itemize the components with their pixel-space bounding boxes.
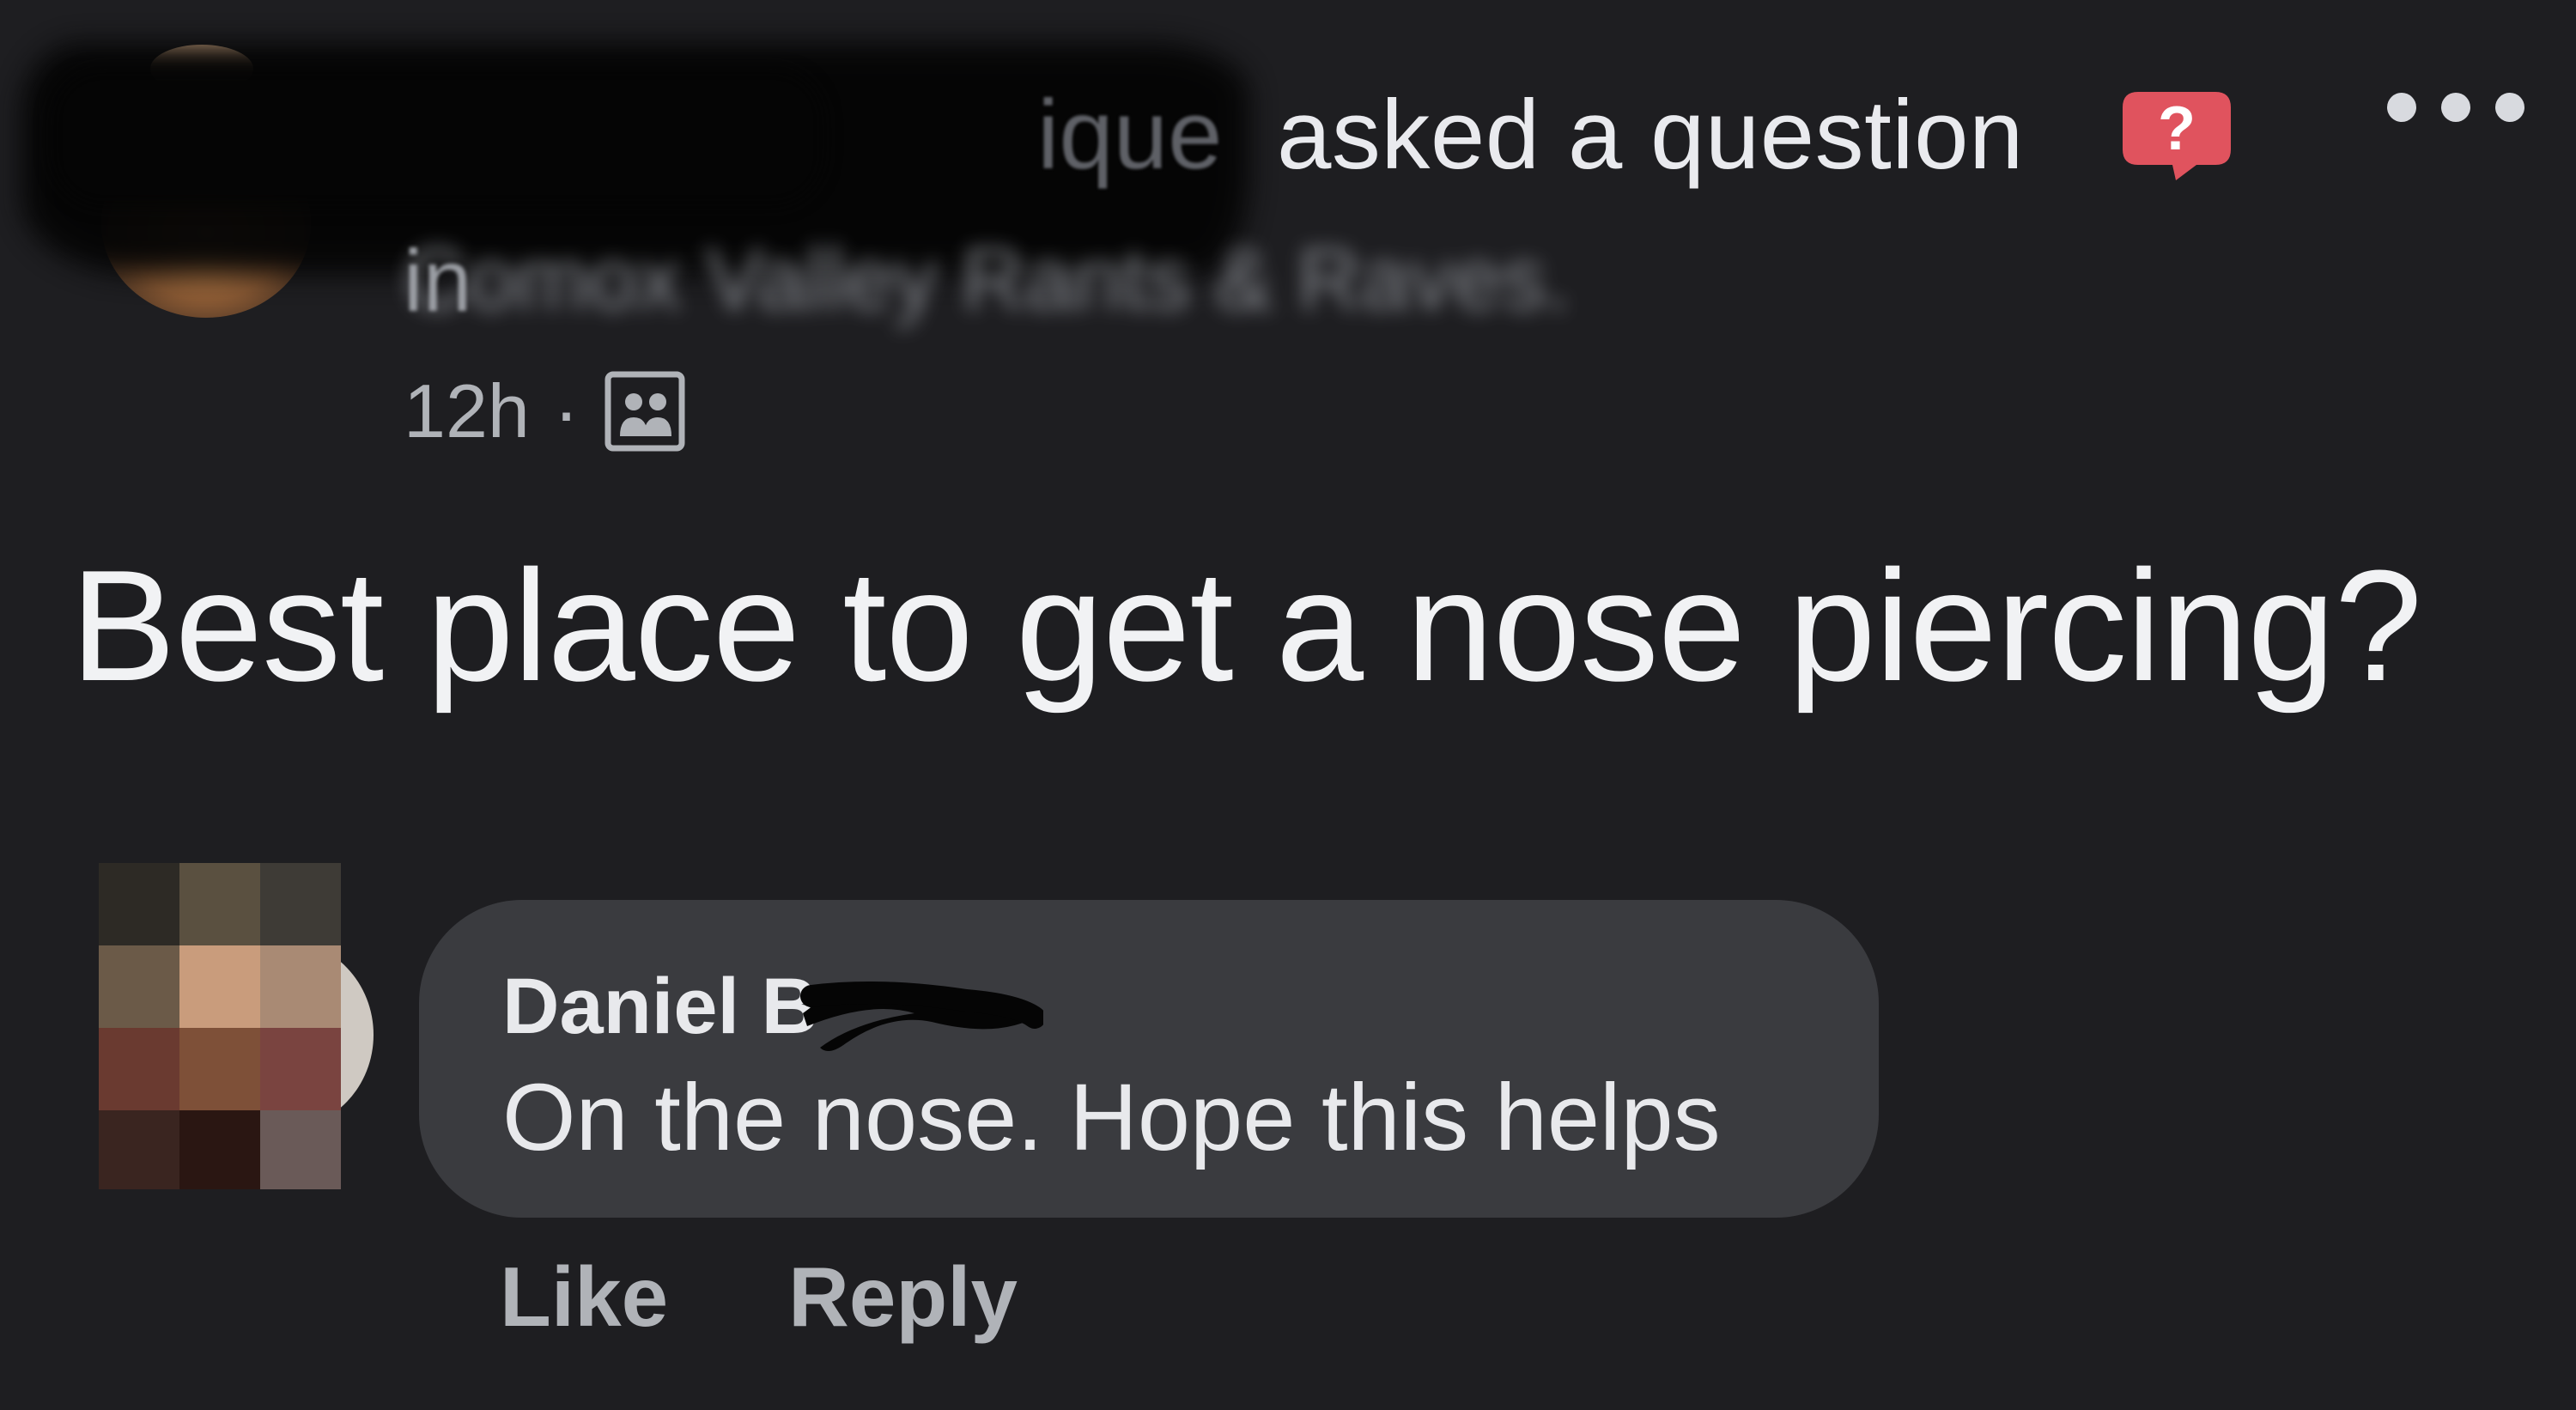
group-name-link[interactable]: Comox Valley Rants & Raves. (404, 232, 1571, 326)
question-text: Best place to get a nose piercing? (70, 537, 2422, 714)
comment-text: On the nose. Hope this helps (502, 1065, 1721, 1170)
author-name-fragment[interactable]: ique (1037, 84, 1223, 187)
svg-text:?: ? (2158, 94, 2196, 163)
question-badge-icon: ? (2123, 92, 2231, 180)
reply-button[interactable]: Reply (788, 1249, 1018, 1344)
post-header: ique asked a question ? Comox Valley Ran… (0, 0, 2576, 481)
group-members-icon (605, 371, 685, 452)
comment-actions: Like Reply (500, 1249, 1018, 1344)
more-options-icon[interactable] (2387, 82, 2524, 133)
group-prefix: in (404, 232, 472, 330)
more-dot (2441, 93, 2470, 122)
name-redaction (52, 69, 824, 206)
like-button[interactable]: Like (500, 1249, 668, 1344)
commenter-avatar[interactable] (99, 863, 375, 1189)
name-scribble-redaction (800, 982, 1043, 1051)
post-timestamp[interactable]: 12h (404, 370, 530, 453)
commenter-name[interactable]: Daniel B (502, 963, 818, 1049)
more-dot (2495, 93, 2524, 122)
post-meta: 12h · (404, 369, 687, 453)
meta-separator: · (553, 368, 580, 453)
more-dot (2387, 93, 2416, 122)
post-action-text: asked a question (1277, 81, 2024, 190)
